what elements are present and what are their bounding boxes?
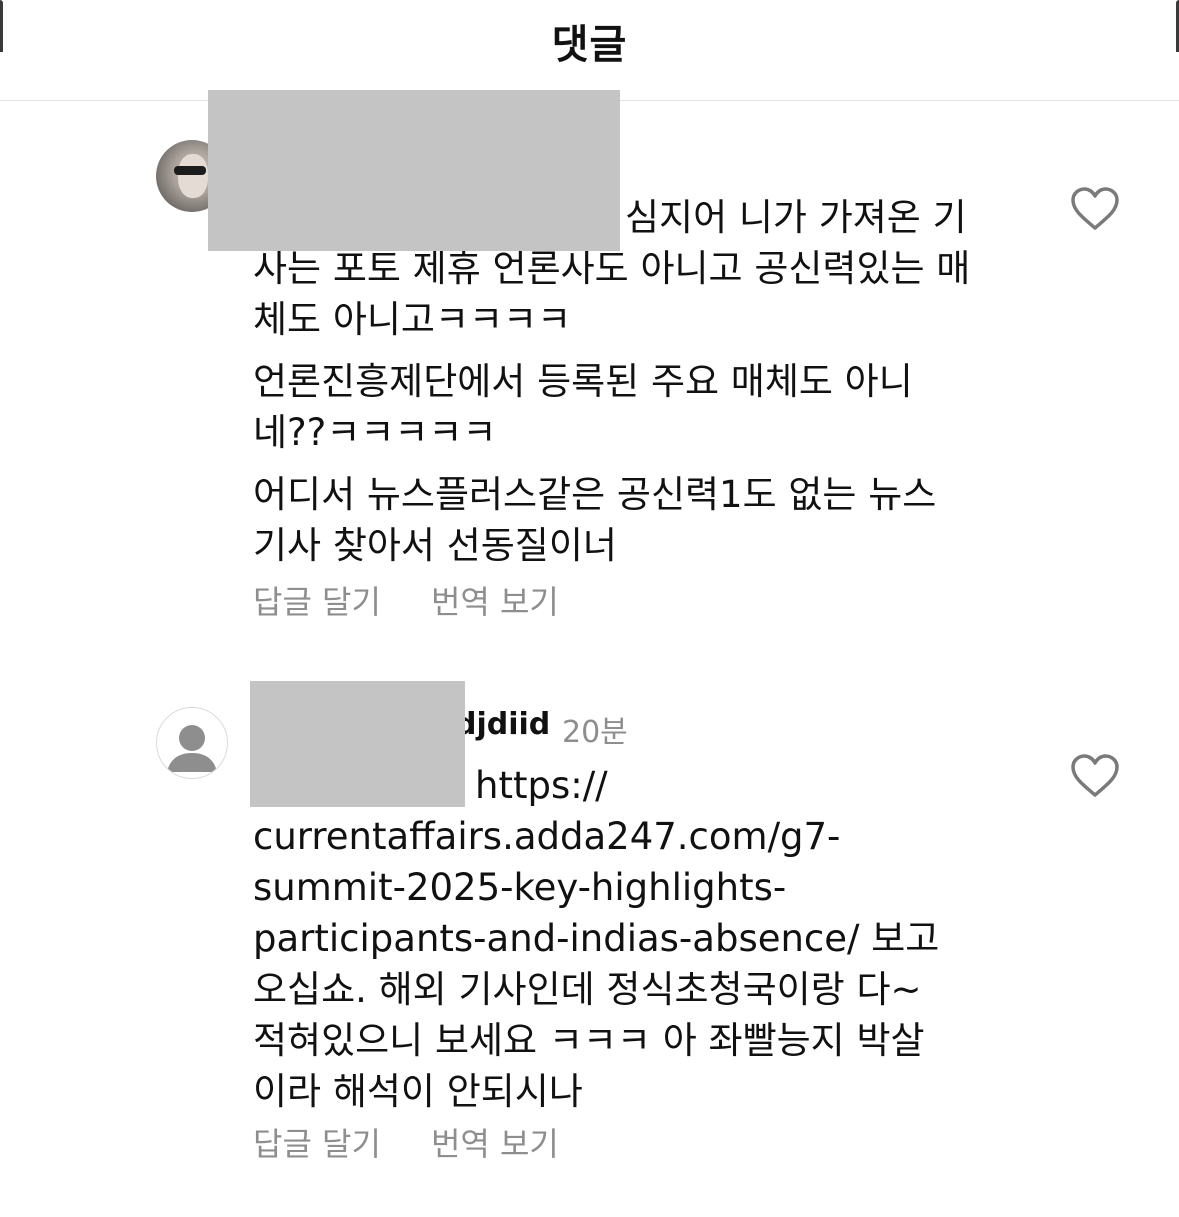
comment-line: 체도 아니고ㅋㅋㅋㅋ [253, 298, 572, 341]
avatar-face [178, 154, 208, 198]
user-silhouette-icon [167, 725, 217, 772]
comment-line: 네??ㅋㅋㅋㅋㅋ [253, 411, 497, 454]
comment-link-line[interactable]: currentaffairs.adda247.com/g7- [253, 811, 1023, 862]
sheet-header: 댓글 [0, 0, 1179, 101]
comment-line: 기사 찾아서 선동질이너 [253, 524, 617, 567]
comment-line: 언론진흥제단에서 등록된 주요 매체도 아니 [253, 360, 913, 403]
comment-line: 오십쇼. 해외 기사인데 정식초청국이랑 다~ [253, 968, 922, 1011]
comment-actions: 답글 달기 번역 보기 [253, 577, 559, 623]
comment-line: 이라 해석이 안되시나 [253, 1070, 583, 1113]
default-user-avatar[interactable] [156, 707, 228, 779]
page-title: 댓글 [551, 22, 628, 68]
heart-outline-icon[interactable] [1070, 186, 1120, 232]
comment-actions: 답글 달기 번역 보기 [253, 1119, 559, 1165]
reply-button[interactable]: 답글 달기 [253, 1119, 381, 1165]
comment-line: 어디서 뉴스플러스같은 공신력1도 없는 뉴스 [253, 473, 937, 516]
comments-sheet: 댓글 심지어 니가 가져온 기 사는 포토 제휴 언론사도 아니고 공신력있는 … [0, 0, 1179, 1217]
avatar-sunglasses [174, 166, 206, 175]
heart-outline-icon[interactable] [1070, 753, 1120, 799]
redacted-username-block [208, 90, 620, 251]
comment-paragraph: 언론진흥제단에서 등록된 주요 매체도 아니 네??ㅋㅋㅋㅋㅋ [253, 356, 1023, 458]
translate-button[interactable]: 번역 보기 [431, 577, 559, 623]
comment-text: https:// currentaffairs.adda247.com/g7- … [253, 760, 1023, 1128]
comment-username[interactable]: djdiid [455, 707, 550, 742]
translate-button[interactable]: 번역 보기 [431, 1119, 559, 1165]
comment-timestamp: 20분 [562, 715, 628, 750]
comment-link-line[interactable]: summit-2025-key-highlights- [253, 862, 1023, 913]
comment-line: 적혀있으니 보세요 ㅋㅋㅋ 아 좌빨능지 박살 [253, 1019, 925, 1062]
comment-line: participants-and-indias-absence/ 보고 [253, 917, 940, 960]
redacted-username-block [250, 681, 465, 807]
reply-button[interactable]: 답글 달기 [253, 577, 381, 623]
comment-paragraph: https:// currentaffairs.adda247.com/g7- … [253, 760, 1023, 1117]
comment-paragraph: 어디서 뉴스플러스같은 공신력1도 없는 뉴스 기사 찾아서 선동질이너 [253, 469, 1023, 571]
